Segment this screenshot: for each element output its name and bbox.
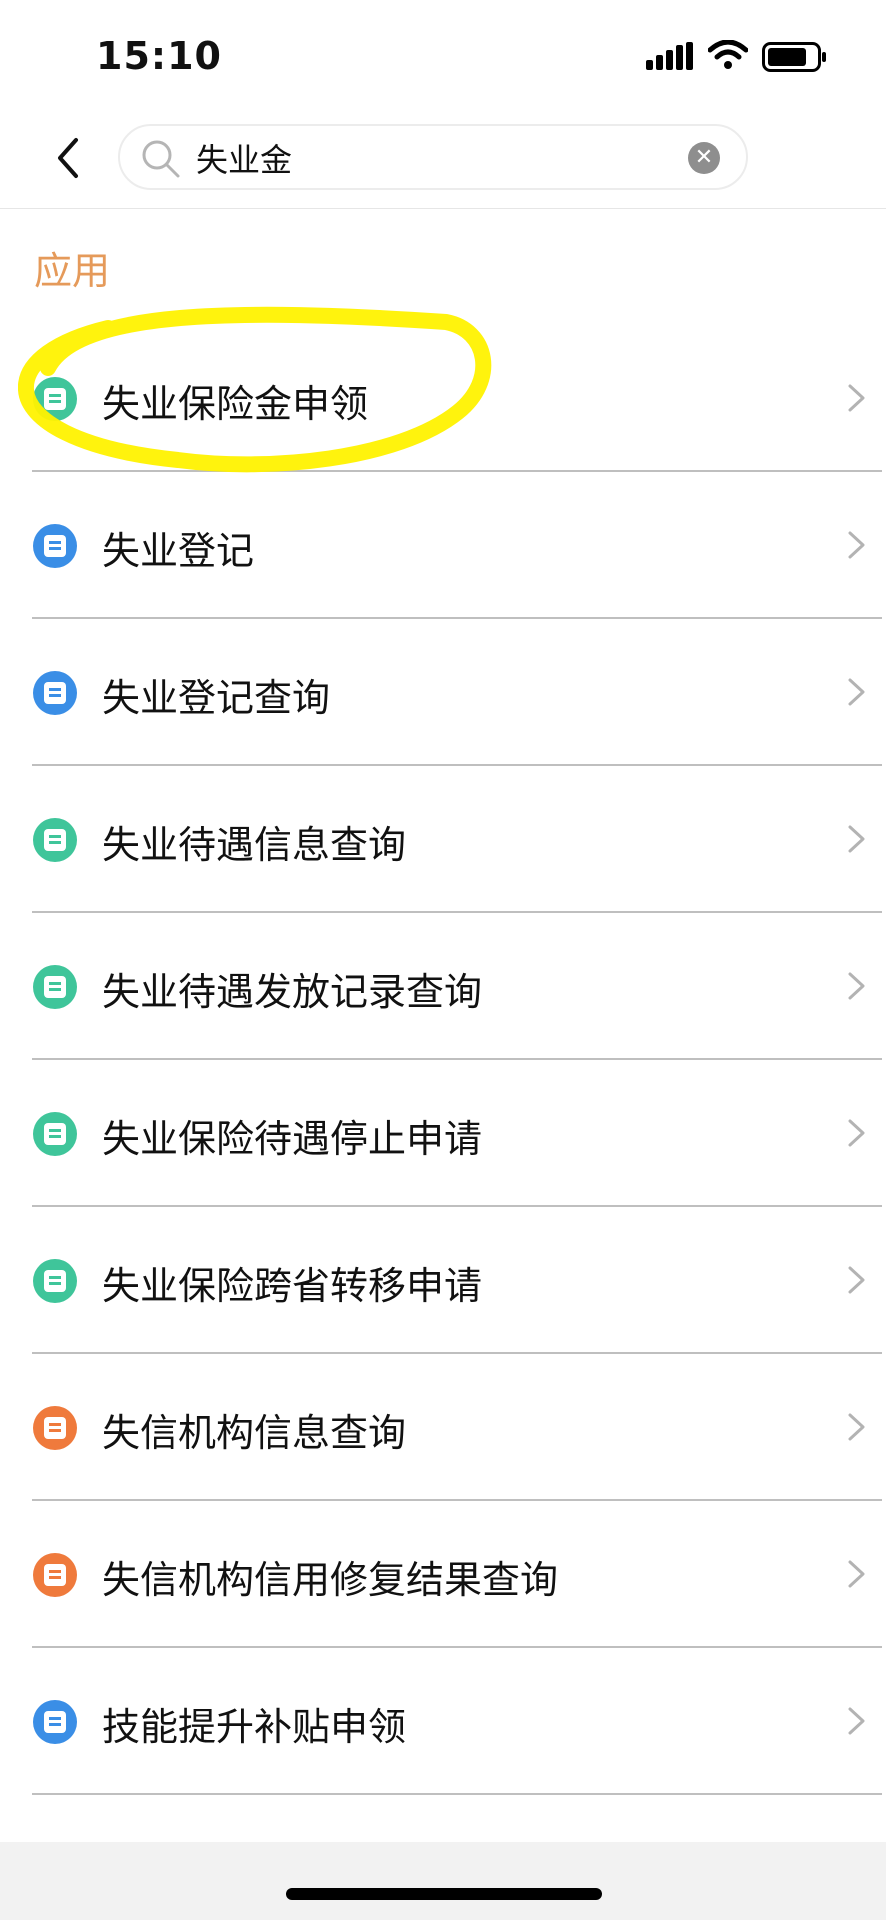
list-item-label: 失业保险金申领 <box>102 382 369 426</box>
chevron-right-icon <box>848 1119 865 1147</box>
form-icon <box>33 1553 77 1597</box>
chevron-right-icon <box>848 1266 865 1294</box>
chevron-right-icon <box>848 678 865 706</box>
cellular-signal-icon <box>646 42 693 70</box>
list-item-label: 失业登记查询 <box>102 676 331 720</box>
chevron-right-icon <box>848 825 865 853</box>
section-title-apps: 应用 <box>34 249 111 293</box>
unemployment-person-icon <box>33 818 77 862</box>
battery-icon <box>762 42 826 72</box>
unemployment-person-icon <box>33 377 77 421</box>
form-icon <box>33 1112 77 1156</box>
list-item-label: 失业保险待遇停止申请 <box>102 1117 483 1161</box>
list-item-label: 失业待遇发放记录查询 <box>102 970 483 1014</box>
list-item[interactable]: 失业登记 <box>0 472 886 619</box>
list-item[interactable]: 技能提升补贴申领 <box>0 1648 886 1795</box>
form-icon <box>33 1406 77 1450</box>
list-item[interactable]: 失业待遇信息查询 <box>0 766 886 913</box>
unemployment-search-icon <box>33 965 77 1009</box>
status-time: 15:10 <box>96 34 222 78</box>
list-item-label: 失信机构信息查询 <box>102 1411 407 1455</box>
chevron-right-icon <box>848 1707 865 1735</box>
list-item-label: 失业保险跨省转移申请 <box>102 1264 483 1308</box>
shield-search-icon <box>33 671 77 715</box>
search-header: ✕ <box>0 110 886 209</box>
list-item[interactable]: 失业保险跨省转移申请 <box>0 1207 886 1354</box>
list-item[interactable]: 失信机构信息查询 <box>0 1354 886 1501</box>
chevron-right-icon <box>848 1413 865 1441</box>
chevron-right-icon <box>848 531 865 559</box>
bottom-bar <box>0 1842 886 1920</box>
chevron-right-icon <box>848 1560 865 1588</box>
chevron-right-icon <box>848 384 865 412</box>
list-item-label: 失信机构信用修复结果查询 <box>102 1558 559 1602</box>
list-item[interactable]: 失业保险待遇停止申请 <box>0 1060 886 1207</box>
list-item-label: 失业登记 <box>102 529 255 573</box>
back-icon[interactable] <box>50 134 90 182</box>
list-item[interactable]: 失信机构信用修复结果查询 <box>0 1501 886 1648</box>
form-icon <box>33 1700 77 1744</box>
shield-icon <box>33 524 77 568</box>
divider <box>32 1793 882 1795</box>
home-indicator[interactable] <box>286 1888 602 1900</box>
list-item[interactable]: 失业待遇发放记录查询 <box>0 913 886 1060</box>
list-item-label: 技能提升补贴申领 <box>102 1705 407 1749</box>
list-item[interactable]: 失业登记查询 <box>0 619 886 766</box>
app-list: 失业保险金申领 失业登记失业登记查询失业待遇信息查询失业待遇发放记录查询 失业保险待… <box>0 325 886 1795</box>
wifi-icon <box>708 40 748 69</box>
search-box[interactable]: ✕ <box>118 124 748 190</box>
form-icon <box>33 1259 77 1303</box>
list-item[interactable]: 失业保险金申领 <box>0 325 886 472</box>
search-input[interactable] <box>194 134 678 182</box>
search-icon <box>142 140 180 178</box>
list-item-label: 失业待遇信息查询 <box>102 823 407 867</box>
status-bar: 15:10 <box>0 0 886 110</box>
chevron-right-icon <box>848 972 865 1000</box>
clear-icon[interactable]: ✕ <box>688 142 720 174</box>
